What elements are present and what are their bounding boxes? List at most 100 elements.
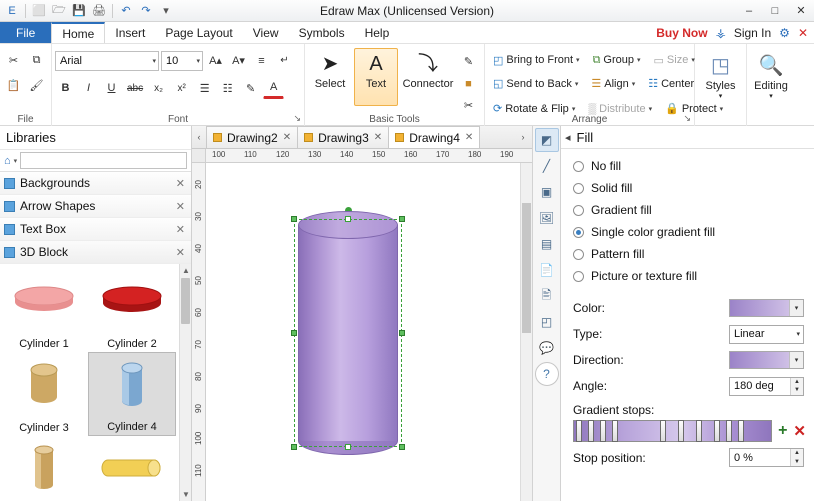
tab-drawing2[interactable]: Drawing2 ✕ <box>206 126 299 148</box>
close-icon[interactable]: ✕ <box>283 132 291 143</box>
chevron-down-icon[interactable]: ▾ <box>14 157 18 165</box>
radio-icon[interactable] <box>573 248 584 260</box>
angle-spinner[interactable]: 180 deg ▲ ▼ <box>729 376 804 396</box>
numbering-icon[interactable]: ☷ <box>217 78 238 99</box>
shape-item-cylinder-2[interactable]: Cylinder 2 <box>88 268 176 352</box>
shape-item-cylinder-5[interactable]: Cylinder 5 <box>0 436 88 501</box>
help-round-icon[interactable]: ? <box>534 362 559 386</box>
copy-icon[interactable]: ⧉ <box>26 50 47 71</box>
gradient-stop-handle[interactable] <box>696 420 702 442</box>
rectangle-fill-icon[interactable]: ■ <box>458 73 479 94</box>
spinner-down-icon[interactable]: ▼ <box>791 386 803 395</box>
radio-icon[interactable] <box>573 160 584 172</box>
bring-to-front-button[interactable]: ◰ Bring to Front ▾ <box>488 50 585 71</box>
close-icon[interactable]: ✕ <box>176 177 185 190</box>
gradient-stop-handle[interactable] <box>678 420 684 442</box>
library-scrollbar[interactable]: ▲ ▼ <box>179 264 191 501</box>
print-icon[interactable]: 🖨 <box>90 2 108 20</box>
underline-button[interactable]: U <box>101 78 122 99</box>
minimize-button[interactable]: – <box>736 0 762 21</box>
text-tool-button[interactable]: A Text <box>354 48 398 106</box>
fill-option-single-color-gradient-fill[interactable]: Single color gradient fill <box>561 221 814 243</box>
fill-option-gradient-fill[interactable]: Gradient fill <box>561 199 814 221</box>
library-group-3d-block[interactable]: 3D Block ✕ <box>0 241 191 264</box>
close-icon[interactable]: ✕ <box>176 246 185 259</box>
gradient-stop-handle[interactable] <box>612 420 618 442</box>
stop-position-spinner[interactable]: 0 % ▲ ▼ <box>729 448 804 467</box>
spinner-up-icon[interactable]: ▲ <box>791 449 803 458</box>
tab-drawing4[interactable]: Drawing4 ✕ <box>388 126 481 148</box>
direction-picker-button[interactable]: ▾ <box>729 351 804 369</box>
group-button[interactable]: ⧉ Group ▾ <box>588 50 646 71</box>
layout-icon[interactable]: ▤ <box>535 232 559 256</box>
library-group-arrow-shapes[interactable]: Arrow Shapes ✕ <box>0 195 191 218</box>
shape-item-cylinder-3[interactable]: Cylinder 3 <box>0 352 88 436</box>
resize-handle-nw[interactable] <box>291 216 297 222</box>
sign-in-link[interactable]: Sign In <box>734 26 771 40</box>
comment-icon[interactable]: 💬 <box>535 336 559 360</box>
connector-tool-button[interactable]: ⤵ Connector <box>400 48 456 106</box>
scroll-up-icon[interactable]: ▲ <box>182 266 190 275</box>
resize-handle-ne[interactable] <box>399 216 405 222</box>
back-icon[interactable]: ◂ <box>565 131 571 144</box>
tab-help[interactable]: Help <box>355 22 400 43</box>
maximize-button[interactable]: □ <box>762 0 788 21</box>
radio-icon[interactable] <box>573 270 584 282</box>
spinner-down-icon[interactable]: ▼ <box>791 457 803 466</box>
line-spacing-icon[interactable]: ≡ <box>251 50 272 71</box>
library-group-text-box[interactable]: Text Box ✕ <box>0 218 191 241</box>
resize-handle-s[interactable] <box>345 444 351 450</box>
fill-option-pattern-fill[interactable]: Pattern fill <box>561 243 814 265</box>
gradient-stop-handle[interactable] <box>726 420 732 442</box>
gradient-type-select[interactable]: Linear ▾ <box>729 324 804 344</box>
highlight-color-icon[interactable]: ✎ <box>240 78 261 99</box>
gradient-stops-track[interactable] <box>573 420 773 442</box>
pencil-icon[interactable]: ✎ <box>458 51 479 72</box>
arrange-dialog-launcher[interactable]: ↘ <box>683 113 691 124</box>
save-icon[interactable]: 💾 <box>70 2 88 20</box>
redo-icon[interactable]: ↷ <box>137 2 155 20</box>
remove-gradient-stop-button[interactable]: ✕ <box>793 422 806 440</box>
gradient-stop-handle[interactable] <box>714 420 720 442</box>
italic-button[interactable]: I <box>78 78 99 99</box>
close-icon[interactable]: ✕ <box>374 132 382 143</box>
font-dialog-launcher[interactable]: ↘ <box>293 113 301 124</box>
fill-option-solid-fill[interactable]: Solid fill <box>561 177 814 199</box>
tab-symbols[interactable]: Symbols <box>289 22 355 43</box>
radio-icon[interactable] <box>573 182 584 194</box>
page-icon[interactable]: 📄 <box>535 258 559 282</box>
bold-button[interactable]: B <box>55 78 76 99</box>
font-color-icon[interactable]: A <box>263 78 285 99</box>
canvas-vertical-scrollbar[interactable] <box>520 163 532 501</box>
scrollbar-thumb[interactable] <box>181 278 190 324</box>
radio-icon[interactable] <box>573 226 584 238</box>
font-size-combo[interactable]: 10 ▾ <box>161 50 203 71</box>
shrink-font-button[interactable]: A▾ <box>228 50 249 71</box>
size-button[interactable]: ▭ Size ▾ <box>649 50 700 71</box>
shape-item-horizontal-cylinder[interactable]: Horizonta·· <box>88 436 176 501</box>
chevron-down-icon[interactable]: ▾ <box>796 330 800 338</box>
resize-handle-w[interactable] <box>291 330 297 336</box>
styles-button[interactable]: ◳ Styles ▾ <box>699 50 743 108</box>
gradient-stop-handle[interactable] <box>576 420 582 442</box>
send-to-back-button[interactable]: ◱ Send to Back ▾ <box>488 73 583 94</box>
chevron-down-icon[interactable]: ▾ <box>789 352 803 368</box>
settings-gear-icon[interactable]: ⚙ <box>779 26 790 40</box>
close-icon[interactable]: ✕ <box>176 223 185 236</box>
fill-icon[interactable]: ◩ <box>534 128 559 152</box>
share-icon[interactable]: ⚶ <box>716 26 726 40</box>
picture-icon[interactable]: 🖼 <box>535 206 559 230</box>
chevron-down-icon[interactable]: ▾ <box>789 300 803 316</box>
center-button[interactable]: ☷ Center <box>643 73 699 94</box>
cut-icon[interactable]: ✂ <box>3 50 24 71</box>
font-family-combo[interactable]: Arial ▾ <box>55 50 159 71</box>
help-close-icon[interactable]: ✕ <box>798 26 808 40</box>
select-tool-button[interactable]: ➤ Select <box>308 48 352 106</box>
undo-icon[interactable]: ↶ <box>117 2 135 20</box>
tab-page-layout[interactable]: Page Layout <box>155 22 242 43</box>
gradient-stop-handle[interactable] <box>660 420 666 442</box>
library-search-input[interactable] <box>20 152 187 169</box>
line-icon[interactable]: ╱ <box>535 154 559 178</box>
close-icon[interactable]: ✕ <box>176 200 185 213</box>
tab-home[interactable]: Home <box>51 22 106 43</box>
